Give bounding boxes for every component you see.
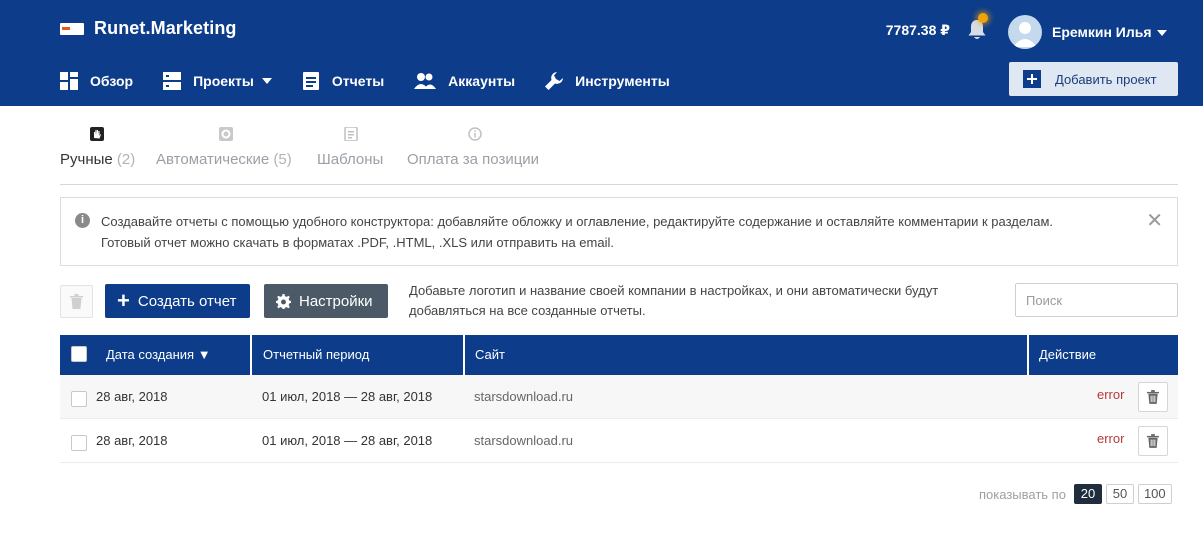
nav-label: Проекты [193,73,254,89]
tab-templates[interactable]: Шаблоны [317,124,392,184]
row-period: 01 июл, 2018 — 28 авг, 2018 [262,389,433,404]
user-name[interactable]: Еремкин Илья [1052,24,1152,40]
nav-label: Обзор [90,73,134,89]
main-nav: Обзор Проекты Отчеты Аккаунты Инструмент… [60,68,700,94]
row-status-error: error [1097,431,1125,446]
nav-label: Инструменты [575,73,670,89]
nav-item-tools[interactable]: Инструменты [545,72,670,90]
page-size-label: показывать по [979,486,1066,502]
user-silhouette-icon [1013,22,1037,47]
logo-mark-icon [60,22,84,35]
gear-icon [276,293,291,309]
reports-icon [302,72,319,90]
tab-count: (5) [273,151,292,168]
row-checkbox[interactable] [71,435,87,451]
hint-line-1: Добавьте логотип и название своей компан… [409,283,939,298]
avatar[interactable] [1008,15,1042,49]
table-row: 28 авг, 2018 01 июл, 2018 — 28 авг, 2018… [60,375,1178,419]
row-delete-button[interactable] [1138,382,1168,412]
tab-label: Автоматические [156,151,270,168]
nav-item-reports[interactable]: Отчеты [302,72,384,90]
top-header: Runet.Marketing 7787.38 ₽ Еремкин Илья О… [0,0,1203,106]
info-text: Создавайте отчеты с помощью удобного кон… [101,211,1141,253]
column-header-date[interactable]: Дата создания ▼ [60,335,252,375]
reports-table: Дата создания ▼ Отчетный период Сайт Дей… [60,335,1178,463]
info-line-2: Готовый отчет можно скачать в форматах .… [101,235,614,250]
table-row: 28 авг, 2018 01 июл, 2018 — 28 авг, 2018… [60,419,1178,463]
tab-label: Оплата за позиции [407,151,540,168]
chevron-down-icon [261,78,272,84]
create-report-button[interactable]: + Создать отчет [105,284,250,318]
close-icon[interactable]: ✕ [1146,211,1163,231]
row-site[interactable]: starsdownload.ru [474,375,573,419]
nav-item-accounts[interactable]: Аккаунты [414,72,515,90]
row-delete-button[interactable] [1138,426,1168,456]
hint-line-2: добавляться на все созданные отчеты. [409,303,646,318]
template-icon [344,127,358,141]
info-banner: i Создавайте отчеты с помощью удобного к… [60,197,1178,266]
trash-icon [1147,390,1159,404]
logo-text: Runet.Marketing [94,18,237,38]
tab-label: Шаблоны [317,151,384,168]
row-site[interactable]: starsdownload.ru [474,419,573,463]
projects-icon [163,72,182,90]
page-size-selector: показывать по 20 50 100 [979,484,1172,504]
info-icon [468,127,482,141]
bulk-delete-button[interactable] [60,285,93,318]
settings-button[interactable]: Настройки [264,284,388,318]
trash-icon [70,294,83,309]
info-circle-icon: i [75,213,90,228]
hand-icon [90,127,104,141]
nav-label: Аккаунты [448,73,516,89]
trash-icon [1147,434,1159,448]
create-report-label: Создать отчет [137,292,237,310]
column-header-period: Отчетный период [252,335,465,375]
row-status-error: error [1097,387,1125,402]
user-menu-chevron-down-icon[interactable] [1157,30,1167,36]
table-header: Дата создания ▼ Отчетный период Сайт Дей… [60,335,1178,375]
add-project-button[interactable]: Добавить проект [1009,62,1178,96]
notification-dot [978,13,988,23]
row-period: 01 июл, 2018 — 28 авг, 2018 [262,433,433,448]
tab-count: (2) [116,151,136,168]
logo-settings-hint: Добавьте логотип и название своей компан… [409,281,999,321]
logo[interactable]: Runet.Marketing [60,18,237,39]
row-date: 28 авг, 2018 [96,389,168,404]
column-header-action: Действие [1039,347,1097,362]
report-tabs: Ручные (2) Автоматические (5) Шаблоны Оп… [60,124,1178,185]
search-input[interactable] [1015,283,1178,317]
row-date: 28 авг, 2018 [96,433,168,448]
users-icon [414,73,437,89]
plus-icon [1023,70,1041,88]
tab-manual[interactable]: Ручные (2) [60,124,140,184]
add-project-label: Добавить проект [1055,71,1157,87]
nav-label: Отчеты [331,73,385,89]
page-size-50[interactable]: 50 [1105,484,1134,504]
settings-label: Настройки [299,292,373,310]
account-balance[interactable]: 7787.38 ₽ [886,22,950,39]
gear-icon [219,127,233,141]
row-checkbox[interactable] [71,391,87,407]
page-size-20[interactable]: 20 [1073,484,1102,504]
tab-position-payment[interactable]: Оплата за позиции [407,124,552,184]
wrench-icon [545,72,564,90]
column-header-site: Сайт [465,335,1029,375]
nav-item-projects[interactable]: Проекты [163,72,272,90]
plus-icon: + [117,288,130,313]
tab-automatic[interactable]: Автоматические (5) [156,124,301,184]
dashboard-icon [60,72,78,90]
info-line-1: Создавайте отчеты с помощью удобного кон… [101,214,1054,229]
tab-label: Ручные [60,151,113,168]
page-size-100[interactable]: 100 [1137,484,1172,504]
nav-item-overview[interactable]: Обзор [60,72,133,90]
